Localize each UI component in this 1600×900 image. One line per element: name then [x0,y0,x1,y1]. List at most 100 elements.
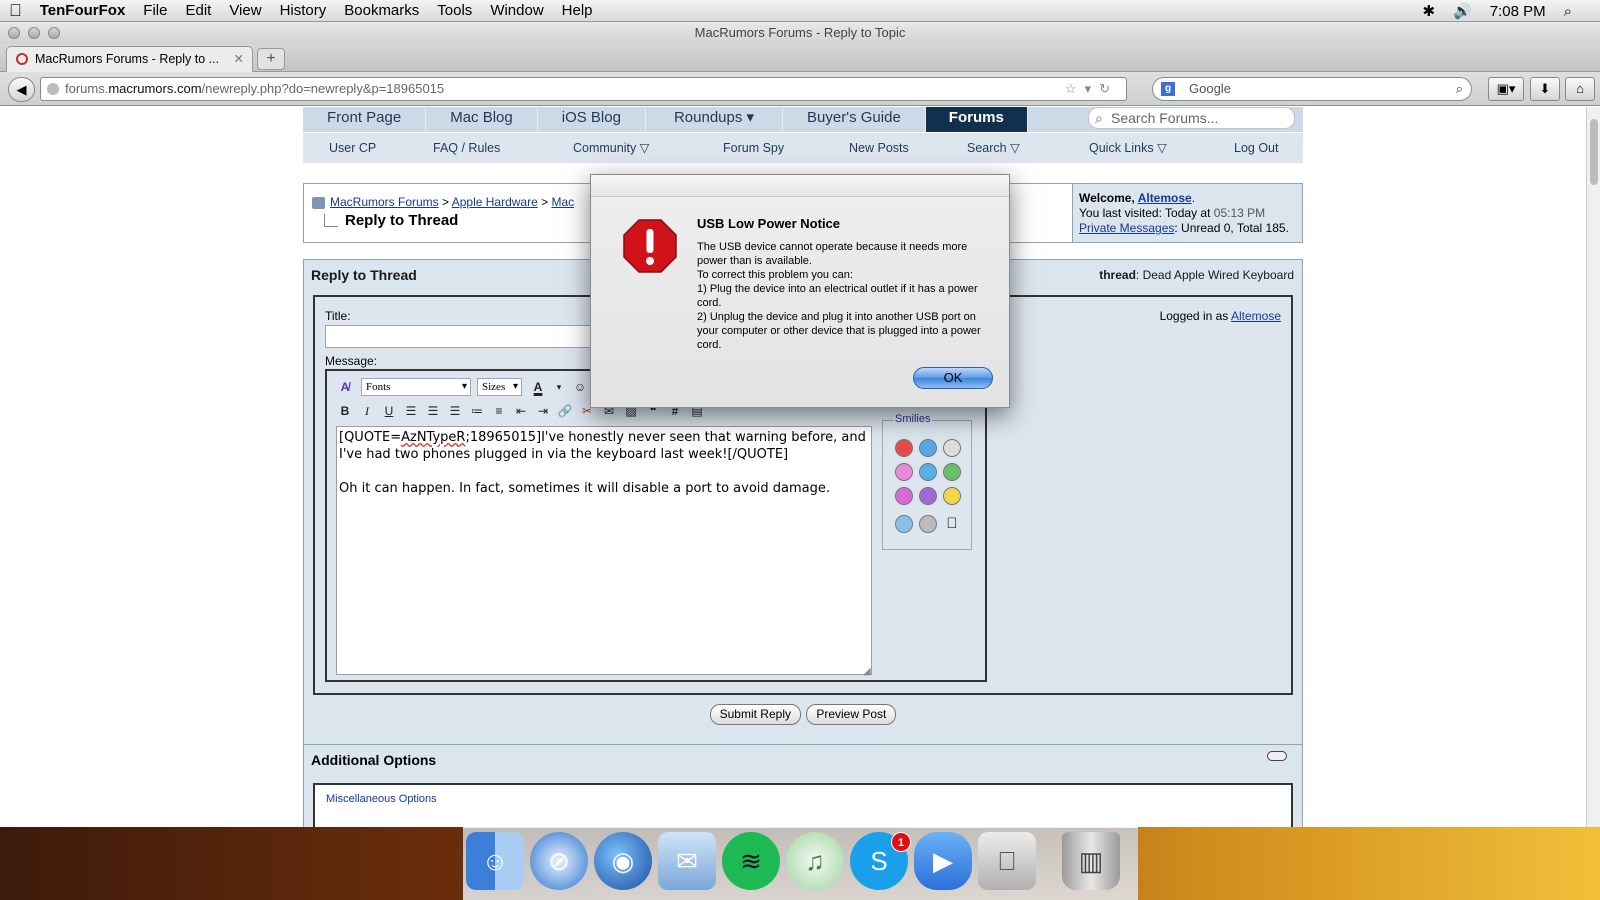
question-smilie-icon[interactable] [895,515,913,533]
bold-icon[interactable]: B [335,401,355,421]
logged-in-user-link[interactable]: Altemose [1231,309,1281,323]
private-messages-link[interactable]: Private Messages [1079,221,1174,235]
preview-post-button[interactable]: Preview Post [806,704,897,725]
nav-roundups[interactable]: Roundups ▾ [646,107,784,132]
underline-icon[interactable]: U [379,401,399,421]
outdent-icon[interactable]: ⇤ [511,401,531,421]
frown-smilie-icon[interactable] [919,487,937,505]
submit-reply-button[interactable]: Submit Reply [709,704,801,725]
breadcrumb-apple-hardware[interactable]: Apple Hardware [452,195,538,209]
resize-handle-icon[interactable]: ◢ [863,666,871,677]
web-search-box[interactable]: g Google ⌕ [1152,77,1472,101]
size-select[interactable]: Sizes [477,378,522,396]
apple-menu-icon[interactable]:  [0,0,31,22]
site-identity-icon[interactable] [47,83,59,95]
menubar-clock[interactable]: 7:08 PM [1490,3,1546,20]
nav-buyers-guide[interactable]: Buyer's Guide [783,107,926,132]
subnav-forum-spy[interactable]: Forum Spy [723,133,784,163]
menu-window[interactable]: Window [481,0,552,22]
menu-tools[interactable]: Tools [428,0,481,22]
home-icon[interactable]: ⌂ [1565,77,1595,101]
confused-smilie-icon[interactable] [919,439,937,457]
skull-smilie-icon[interactable] [919,515,937,533]
subnav-faq-rules[interactable]: FAQ / Rules [433,133,500,163]
forum-search-input[interactable]: ⌕ Search Forums... [1088,107,1295,129]
cool-smilie-icon[interactable] [943,439,961,457]
browser-tab[interactable]: MacRumors Forums - Reply to ... ✕ [6,46,253,72]
bluetooth-icon[interactable]: ✱ [1422,2,1435,20]
nav-front-page[interactable]: Front Page [303,107,427,132]
subnav-quick-links[interactable]: Quick Links ▽ [1089,133,1167,163]
app-menu[interactable]: TenFourFox [31,0,135,22]
eek-smilie-icon[interactable] [895,487,913,505]
menu-help[interactable]: Help [553,0,602,22]
subnav-search[interactable]: Search ▽ [967,133,1020,163]
trash-icon[interactable]: ▥ [1062,832,1120,890]
align-center-icon[interactable]: ☰ [423,401,443,421]
downloads-icon[interactable]: ⬇ [1530,77,1560,101]
close-tab-icon[interactable]: ✕ [234,47,244,71]
bookmark-star-icon[interactable]: ☆ [1065,81,1085,96]
tenfourfox-icon[interactable]: ◉ [594,832,652,890]
breadcrumb-mac[interactable]: Mac [551,195,574,209]
ordered-list-icon[interactable]: ≔ [467,401,487,421]
new-tab-button[interactable]: + [257,48,285,70]
subnav-user-cp[interactable]: User CP [329,133,376,163]
google-engine-icon[interactable]: g [1161,82,1175,96]
collapse-toggle-icon[interactable] [1267,751,1287,761]
insert-link-icon[interactable]: 🔗 [555,401,575,421]
mad-smilie-icon[interactable] [895,439,913,457]
spotify-icon[interactable]: ≋ [722,832,780,890]
minimize-window-button[interactable] [28,27,40,39]
smile-smilie-icon[interactable] [943,487,961,505]
close-window-button[interactable] [8,27,20,39]
back-button[interactable]: ◀ [8,77,35,102]
font-select[interactable]: Fonts [361,378,471,396]
nav-forums[interactable]: Forums [925,107,1028,132]
grin-smilie-icon[interactable] [943,463,961,481]
system-preferences-icon[interactable]:  [978,832,1036,890]
reload-icon[interactable]: ↻ [1099,81,1118,96]
wink-smilie-icon[interactable] [919,463,937,481]
italic-icon[interactable]: I [357,401,377,421]
nav-mac-blog[interactable]: Mac Blog [426,107,538,132]
text-color-icon[interactable]: A [528,377,548,397]
mail-icon[interactable]: ✉ [658,832,716,890]
page-scrollbar[interactable] [1586,107,1600,827]
volume-icon[interactable]: 🔊 [1453,2,1472,20]
search-icon[interactable]: ⌕ [1456,78,1463,100]
facetime-icon[interactable]: ▶ [914,832,972,890]
align-left-icon[interactable]: ☰ [401,401,421,421]
menu-bookmarks[interactable]: Bookmarks [335,0,428,22]
indent-icon[interactable]: ⇥ [533,401,553,421]
subnav-log-out[interactable]: Log Out [1234,133,1278,163]
url-bar[interactable]: forums.macrumors.com/newreply.php?do=new… [40,77,1127,101]
url-dropdown-icon[interactable]: ▾ [1085,81,1100,96]
apple-smilie-icon[interactable]:  [943,515,961,533]
remove-formatting-icon[interactable]: A̸ [335,377,355,397]
nav-ios-blog[interactable]: iOS Blog [538,107,646,132]
bookmarks-menu-icon[interactable]: ▣▾ [1488,77,1524,101]
message-textarea[interactable]: [QUOTE=AzNTypeR;18965015]I've honestly n… [336,426,872,675]
ok-button[interactable]: OK [913,367,993,389]
menu-history[interactable]: History [271,0,336,22]
finder-icon[interactable]: ☺ [466,832,524,890]
tongue-smilie-icon[interactable] [895,463,913,481]
menu-file[interactable]: File [134,0,176,22]
menu-edit[interactable]: Edit [176,0,220,22]
breadcrumb-macrumors-forums[interactable]: MacRumors Forums [330,195,439,209]
safari-icon[interactable]: ⊘ [530,832,588,890]
welcome-user-link[interactable]: Altemose [1138,191,1192,205]
text-color-dropdown-icon[interactable]: ▾ [554,377,564,397]
menu-view[interactable]: View [220,0,270,22]
subnav-community[interactable]: Community ▽ [573,133,649,163]
subnav-new-posts[interactable]: New Posts [849,133,909,163]
itunes-icon[interactable]: ♫ [786,832,844,890]
zoom-window-button[interactable] [48,27,60,39]
smilie-picker-icon[interactable]: ☺ [570,377,590,397]
title-input[interactable] [325,325,605,348]
forum-home-icon[interactable] [312,197,325,209]
scroll-thumb[interactable] [1590,119,1598,185]
align-right-icon[interactable]: ☰ [445,401,465,421]
unordered-list-icon[interactable]: ≡ [489,401,509,421]
